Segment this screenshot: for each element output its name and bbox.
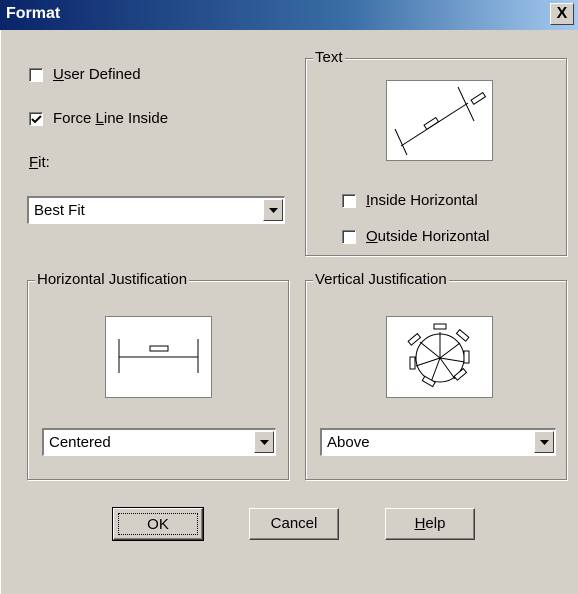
fit-label-accel: F bbox=[29, 154, 39, 171]
force-line-inside-accel: L bbox=[95, 110, 104, 127]
fit-dropdown-button[interactable] bbox=[263, 199, 283, 221]
ok-button-label: OK bbox=[118, 513, 198, 535]
fit-label: Fit: bbox=[29, 154, 50, 171]
help-button-accel: H bbox=[414, 515, 426, 532]
inside-horizontal-rest: nside Horizontal bbox=[370, 192, 478, 209]
horizontal-justification-preview-image bbox=[105, 316, 212, 398]
user-defined-checkbox[interactable] bbox=[29, 68, 43, 82]
checkmark-icon bbox=[31, 115, 42, 124]
help-button-label-rest: elp bbox=[425, 515, 446, 532]
ok-button[interactable]: OK bbox=[112, 507, 204, 541]
inside-horizontal-label[interactable]: Inside Horizontal bbox=[366, 192, 478, 209]
text-group: Text Inside Horizontal Outside Horizonta… bbox=[305, 49, 567, 256]
force-line-inside-prefix: Force bbox=[53, 110, 96, 127]
outside-horizontal-label[interactable]: Outside Horizontal bbox=[366, 228, 489, 245]
title-bar: Format X bbox=[0, 0, 578, 30]
horizontal-justification-value: Centered bbox=[49, 434, 111, 451]
chevron-down-icon bbox=[269, 208, 278, 213]
outside-horizontal-checkbox[interactable] bbox=[342, 230, 356, 244]
fit-select[interactable]: Best Fit bbox=[27, 196, 285, 224]
text-group-title: Text bbox=[313, 49, 345, 66]
force-line-inside-checkbox[interactable] bbox=[29, 112, 43, 126]
cancel-button-label: Cancel bbox=[270, 515, 318, 532]
format-dialog: User Defined Force Line Inside Fit: Best… bbox=[0, 30, 578, 594]
user-defined-accel: U bbox=[53, 66, 64, 83]
vertical-justification-dropdown-button[interactable] bbox=[534, 431, 554, 453]
force-line-inside-label[interactable]: Force Line Inside bbox=[53, 110, 168, 127]
cancel-button[interactable]: Cancel bbox=[249, 508, 339, 540]
outside-horizontal-accel: O bbox=[366, 228, 378, 245]
chevron-down-icon bbox=[260, 440, 269, 445]
fit-label-rest: it: bbox=[38, 154, 50, 171]
vertical-justification-title: Vertical Justification bbox=[313, 271, 449, 288]
window-title: Format bbox=[6, 5, 61, 22]
horizontal-justification-dropdown-button[interactable] bbox=[254, 431, 274, 453]
horizontal-justification-group: Horizontal Justification Centered bbox=[27, 271, 289, 480]
horizontal-justification-select[interactable]: Centered bbox=[42, 428, 276, 456]
force-line-inside-rest: ine Inside bbox=[103, 110, 169, 127]
horizontal-justification-title: Horizontal Justification bbox=[35, 271, 190, 288]
fit-select-value: Best Fit bbox=[34, 202, 85, 219]
vertical-justification-preview-image bbox=[386, 316, 493, 398]
text-preview-image bbox=[386, 80, 493, 161]
help-button[interactable]: Help bbox=[385, 508, 475, 540]
outside-horizontal-rest: utside Horizontal bbox=[377, 228, 490, 245]
user-defined-label[interactable]: User Defined bbox=[53, 66, 141, 83]
close-button[interactable]: X bbox=[550, 3, 574, 25]
vertical-justification-value: Above bbox=[327, 434, 370, 451]
vertical-justification-group: Vertical Justification Above bbox=[305, 271, 567, 480]
inside-horizontal-checkbox[interactable] bbox=[342, 194, 356, 208]
chevron-down-icon bbox=[540, 440, 549, 445]
user-defined-label-rest: ser Defined bbox=[63, 66, 141, 83]
vertical-justification-select[interactable]: Above bbox=[320, 428, 556, 456]
